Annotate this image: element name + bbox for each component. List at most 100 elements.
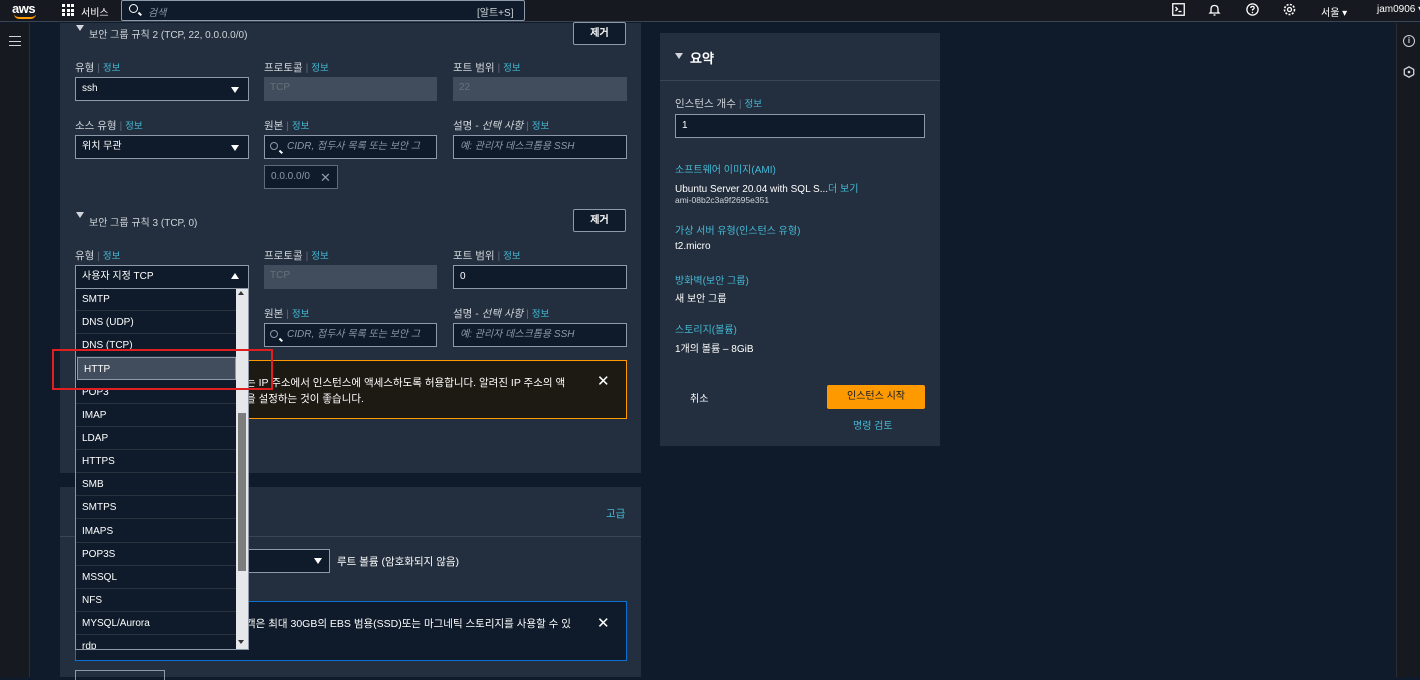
info-link[interactable]: 정보 xyxy=(292,121,309,132)
notifications-bell-icon[interactable] xyxy=(1207,3,1221,17)
rule2-source-input[interactable]: CIDR, 접두사 목록 또는 보안 그 xyxy=(264,135,437,159)
search-icon xyxy=(270,142,278,150)
dropdown-option[interactable]: DNS (UDP) xyxy=(76,311,237,335)
storage-label-link[interactable]: 스토리지(볼륨) xyxy=(675,321,737,336)
warning-text-line2: 을 설정하는 것이 좋습니다. xyxy=(246,393,364,405)
info-link[interactable]: 정보 xyxy=(503,251,520,262)
ami-value: Ubuntu Server 20.04 with SQL S...더 보기 xyxy=(675,184,859,195)
scroll-up-arrow-icon[interactable] xyxy=(238,291,244,295)
left-navigation-rail xyxy=(0,23,30,677)
rule2-type-select[interactable]: ssh xyxy=(75,77,249,101)
rule3-type-select[interactable]: 사용자 지정 TCP xyxy=(75,265,249,289)
launch-instance-button[interactable]: 인스턴스 시작 xyxy=(827,385,925,409)
info-link[interactable]: 정보 xyxy=(311,251,328,262)
firewall-label-link[interactable]: 방화벽(보안 그룹) xyxy=(675,272,749,287)
dropdown-option[interactable]: SMTP xyxy=(76,289,237,311)
help-icon[interactable] xyxy=(1245,3,1259,17)
menu-hamburger-icon[interactable] xyxy=(9,36,21,46)
cancel-button[interactable]: 취소 xyxy=(690,390,708,405)
services-grid-icon[interactable] xyxy=(62,4,74,16)
warning-close-icon[interactable]: ✕ xyxy=(597,374,610,389)
search-placeholder: 검색 xyxy=(148,8,167,19)
storage-value: 1개의 볼륨 – 8GiB xyxy=(675,344,754,355)
dropdown-option[interactable]: IMAP xyxy=(76,404,237,427)
right-tools-rail xyxy=(1396,23,1420,677)
instance-count-input[interactable]: 1 xyxy=(675,114,925,138)
chevron-down-icon xyxy=(231,87,239,93)
account-menu[interactable]: jam0906 ▾ xyxy=(1377,4,1420,15)
info-panel-icon[interactable]: i xyxy=(1403,35,1415,47)
type-dropdown-list[interactable]: SMTP DNS (UDP) DNS (TCP) HTTP POP3 IMAP LDAP HT… xyxy=(75,288,249,650)
rule2-collapse-caret-icon[interactable] xyxy=(76,25,84,31)
dropdown-scrollbar-thumb[interactable] xyxy=(238,413,246,571)
chevron-down-icon xyxy=(314,558,322,564)
review-commands-link[interactable]: 명령 검토 xyxy=(853,417,893,432)
rule2-remove-button[interactable]: 제거 xyxy=(573,22,626,45)
dropdown-option[interactable]: POP3S xyxy=(76,543,237,566)
search-shortcut-hint: [알트+S] xyxy=(477,8,514,19)
ami-id: ami-08b2c3a9f2695e351 xyxy=(675,195,770,205)
search-input[interactable] xyxy=(121,0,525,21)
rule3-source-input[interactable]: CIDR, 접두사 목록 또는 보안 그 xyxy=(264,323,437,347)
info-link[interactable]: 정보 xyxy=(503,63,520,74)
dropdown-option[interactable]: SMTPS xyxy=(76,496,237,520)
add-volume-button[interactable] xyxy=(75,670,165,680)
dropdown-option[interactable]: NFS xyxy=(76,589,237,612)
info-link[interactable]: 정보 xyxy=(103,251,120,262)
info-link[interactable]: 정보 xyxy=(532,121,549,132)
summary-title: 요약 xyxy=(690,51,714,66)
chevron-down-icon xyxy=(231,145,239,151)
services-menu-button[interactable]: 서비스 xyxy=(81,4,109,19)
rule2-source-type-label: 소스 유형 | 정보 xyxy=(75,120,143,132)
rule3-description-input[interactable]: 예: 관리자 데스크톱용 SSH xyxy=(453,323,627,347)
ami-more-link[interactable]: 더 보기 xyxy=(828,184,858,195)
rule2-description-input[interactable]: 예: 관리자 데스크톱용 SSH xyxy=(453,135,627,159)
instance-count-label: 인스턴스 개수 | 정보 xyxy=(675,98,762,110)
info-close-icon[interactable]: ✕ xyxy=(597,616,610,631)
dropdown-option[interactable]: rdp xyxy=(76,635,237,649)
remove-token-icon[interactable]: ✕ xyxy=(320,170,331,185)
dropdown-option[interactable]: HTTPS xyxy=(76,450,237,474)
root-volume-label: 루트 볼륨 (암호화되지 않음) xyxy=(337,556,460,568)
dropdown-option[interactable]: IMAPS xyxy=(76,520,237,543)
info-link[interactable]: 정보 xyxy=(292,309,309,320)
rule2-port-field: 22 xyxy=(453,77,627,101)
cloudshell-icon[interactable] xyxy=(1171,3,1185,17)
dropdown-option[interactable]: MSSQL xyxy=(76,566,237,589)
dropdown-option[interactable]: MYSQL/Aurora xyxy=(76,612,237,636)
search-icon xyxy=(270,330,278,338)
scroll-down-arrow-icon[interactable] xyxy=(238,640,244,644)
rule3-collapse-caret-icon[interactable] xyxy=(76,212,84,218)
rule3-source-label: 원본 | 정보 xyxy=(264,308,310,320)
rule3-description-label: 설명 - 선택 사항 | 정보 xyxy=(453,308,550,320)
aws-logo-smile-icon xyxy=(14,14,36,19)
info-link[interactable]: 정보 xyxy=(744,99,761,110)
rule2-type-label: 유형 | 정보 xyxy=(75,62,121,74)
storage-advanced-link[interactable]: 고급 xyxy=(606,506,625,521)
rule2-source-label: 원본 | 정보 xyxy=(264,120,310,132)
info-link[interactable]: 정보 xyxy=(103,63,120,74)
http-highlight-box xyxy=(52,349,273,390)
info-link[interactable]: 정보 xyxy=(311,63,328,74)
info-link[interactable]: 정보 xyxy=(125,121,142,132)
rule3-type-label: 유형 | 정보 xyxy=(75,250,121,262)
settings-gear-icon[interactable] xyxy=(1282,3,1296,17)
warning-text-line1: 는 IP 주소에서 인스턴스에 액세스하도록 허용합니다. 알려진 IP 주소의… xyxy=(246,377,566,389)
dropdown-option[interactable]: LDAP xyxy=(76,427,237,450)
rule2-title: 보안 그룹 규칙 2 (TCP, 22, 0.0.0.0/0) xyxy=(89,30,248,41)
instance-type-label-link[interactable]: 가상 서버 유형(인스턴스 유형) xyxy=(675,222,800,237)
rule3-remove-button[interactable]: 제거 xyxy=(573,209,626,232)
rule3-port-label: 포트 범위 | 정보 xyxy=(453,250,521,262)
summary-collapse-caret-icon[interactable] xyxy=(675,53,683,59)
dropdown-option[interactable]: SMB xyxy=(76,473,237,497)
rule3-protocol-field: TCP xyxy=(264,265,437,289)
free-tier-info-text: 객은 최대 30GB의 EBS 범용(SSD)또는 마그네틱 스토리지를 사용할… xyxy=(246,618,571,630)
region-selector[interactable]: 서울 ▾ xyxy=(1321,4,1347,19)
info-link[interactable]: 정보 xyxy=(532,309,549,320)
feedback-hexagon-icon[interactable] xyxy=(1403,66,1415,78)
ami-label-link[interactable]: 소프트웨어 이미지(AMI) xyxy=(675,161,776,176)
rule3-port-input[interactable]: 0 xyxy=(453,265,627,289)
rule2-protocol-field: TCP xyxy=(264,77,437,101)
firewall-value: 새 보안 그룹 xyxy=(675,294,727,305)
rule2-source-type-select[interactable]: 위치 무관 xyxy=(75,135,249,159)
